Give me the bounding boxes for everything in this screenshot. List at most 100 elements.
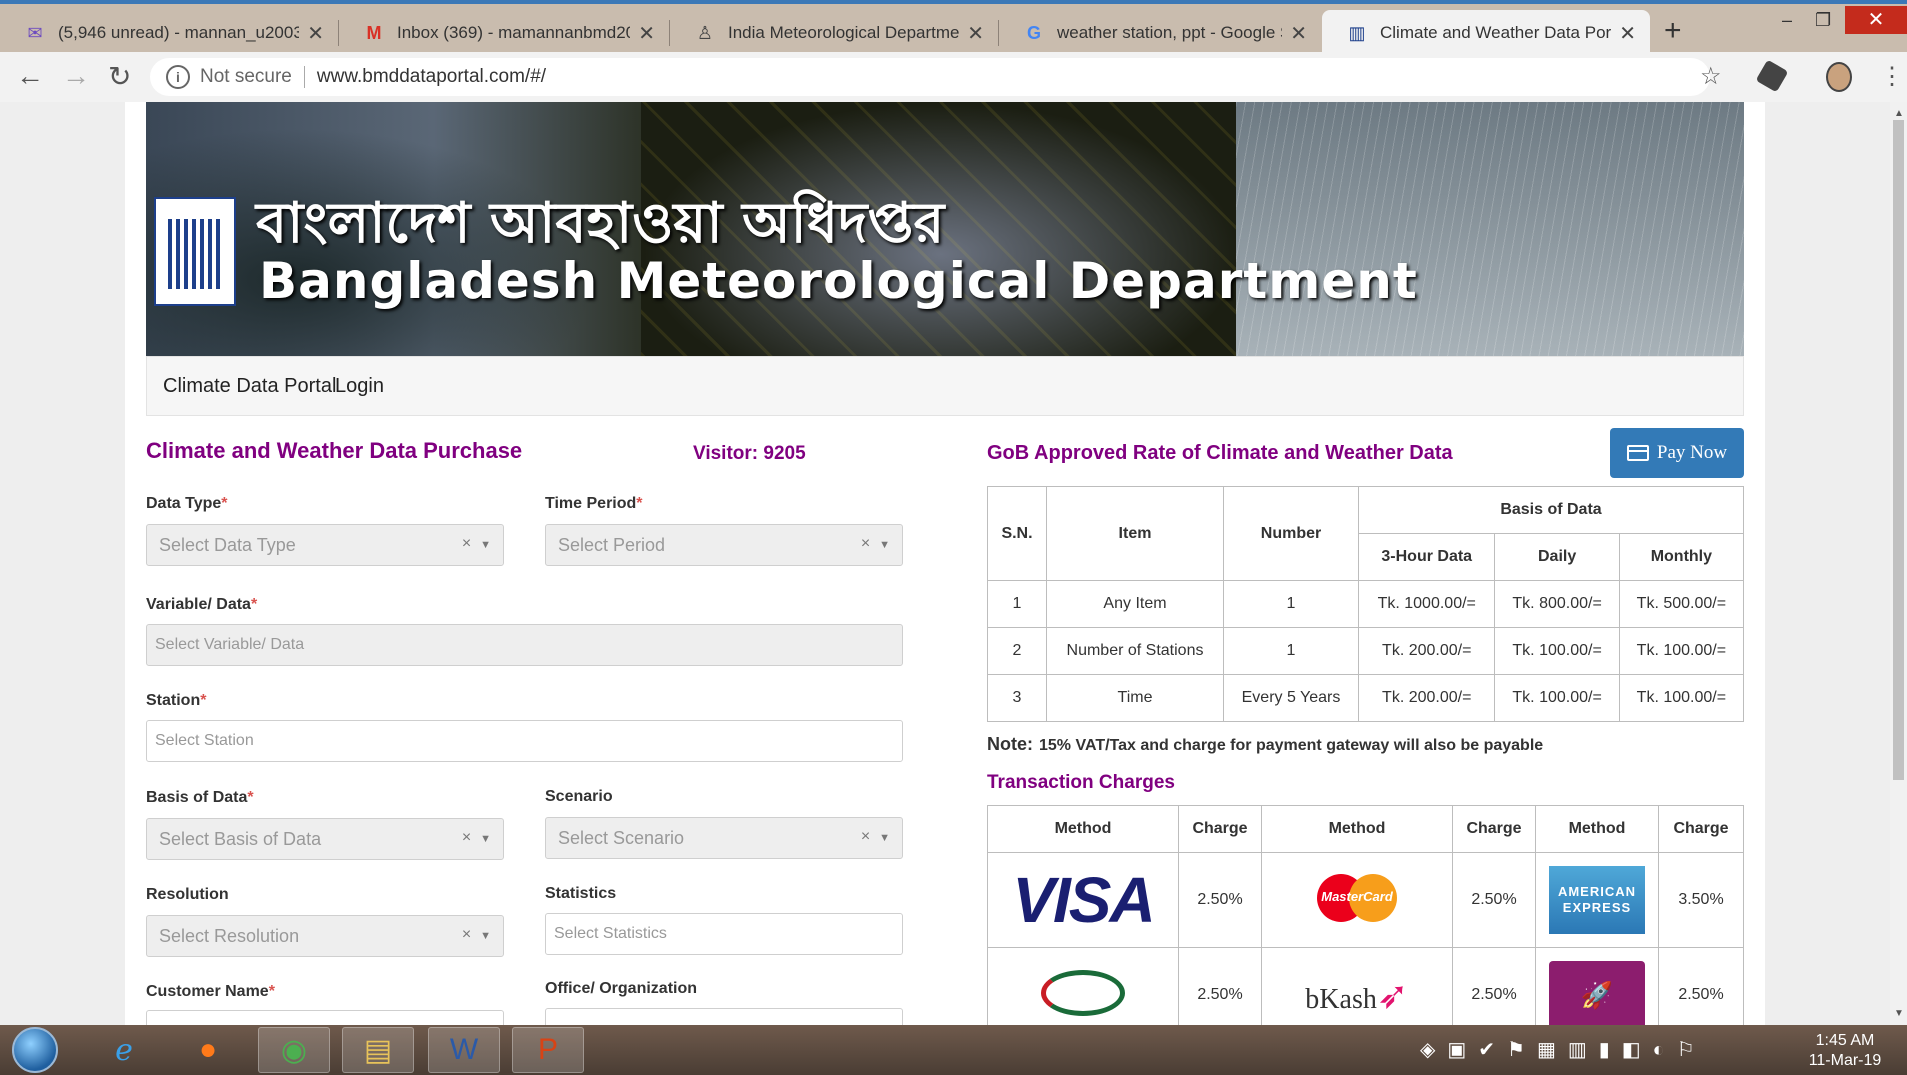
pay-now-button[interactable]: Pay Now xyxy=(1610,428,1744,478)
visa-logo: VISA xyxy=(987,852,1179,948)
nav-climate-data-portal[interactable]: Climate Data Portal xyxy=(163,375,336,398)
cell-daily: Tk. 100.00/= xyxy=(1494,674,1620,722)
rain-street-image xyxy=(1236,102,1744,356)
cell-charge: 3.50% xyxy=(1658,852,1744,948)
statistics-label: Statistics xyxy=(545,885,617,902)
tab-bmd-portal[interactable]: ▥ Climate and Weather Data Porta ✕ xyxy=(1322,10,1650,56)
table-row: 2.50% bKash➶ 2.50% 🚀 2.50% xyxy=(987,947,1744,1025)
office-label: Office/ Organization xyxy=(545,980,698,997)
transaction-heading: Transaction Charges xyxy=(987,772,1175,793)
clear-caret-icon[interactable]: × ▼ xyxy=(861,828,890,846)
page-viewport: বাংলাদেশ আবহাওয়া অধিদপ্তর Bangladesh Me… xyxy=(0,102,1890,1025)
tab-label: India Meteorological Departme xyxy=(728,23,960,42)
chrome-icon[interactable]: ◉ xyxy=(258,1027,330,1073)
mail-icon: ✉ xyxy=(27,22,43,43)
start-button-icon[interactable] xyxy=(12,1027,58,1073)
tab-gmail[interactable]: M Inbox (369) - mamannanbmd20 ✕ xyxy=(339,10,669,56)
resolution-select[interactable]: Select Resolution × ▼ xyxy=(146,915,504,957)
forward-icon[interactable]: → xyxy=(62,60,90,92)
basis-select[interactable]: Select Basis of Data × ▼ xyxy=(146,818,504,860)
cell-charge: 2.50% xyxy=(1658,947,1744,1025)
window-close-icon[interactable]: ✕ xyxy=(1845,6,1907,34)
cell-charge: 2.50% xyxy=(1452,852,1536,948)
rates-heading: GoB Approved Rate of Climate and Weather… xyxy=(987,442,1453,464)
cell-daily: Tk. 100.00/= xyxy=(1494,627,1620,675)
station-placeholder: Select Station xyxy=(155,732,254,749)
new-tab-button[interactable]: + xyxy=(1664,14,1682,48)
header-banner: বাংলাদেশ আবহাওয়া অধিদপ্তর Bangladesh Me… xyxy=(146,102,1744,356)
tab-google-search[interactable]: G weather station, ppt - Google S ✕ xyxy=(999,10,1321,56)
resolution-placeholder: Select Resolution xyxy=(159,925,300,946)
cell-monthly: Tk. 500.00/= xyxy=(1618,580,1745,628)
customer-name-input[interactable] xyxy=(146,1010,504,1025)
internet-explorer-icon[interactable]: ℯ xyxy=(88,1027,160,1073)
time-period-select[interactable]: Select Period × ▼ xyxy=(545,524,903,566)
back-icon[interactable]: ← xyxy=(16,60,44,92)
tab-label: weather station, ppt - Google S xyxy=(1057,23,1283,42)
tab-yahoo-mail[interactable]: ✉ (5,946 unread) - mannan_u2003 ✕ xyxy=(0,10,338,56)
cell-item: Any Item xyxy=(1046,580,1224,628)
close-icon[interactable]: ✕ xyxy=(638,21,655,46)
scenario-placeholder: Select Scenario xyxy=(558,827,685,848)
station-input[interactable]: Select Station xyxy=(146,720,903,762)
scrollbar-thumb[interactable] xyxy=(1893,120,1904,780)
mastercard-logo: MasterCard xyxy=(1261,852,1453,948)
info-icon[interactable]: i xyxy=(166,65,190,89)
col-charge: Charge xyxy=(1452,805,1536,853)
rate-table: S.N. Item Number Basis of Data 3-Hour Da… xyxy=(987,486,1745,722)
word-icon[interactable]: W xyxy=(428,1027,500,1073)
variable-input[interactable]: Select Variable/ Data xyxy=(146,624,903,666)
variable-placeholder: Select Variable/ Data xyxy=(155,636,305,653)
customer-name-label: Customer Name* xyxy=(146,983,275,1000)
pay-now-label: Pay Now xyxy=(1656,442,1728,463)
powerpoint-icon[interactable]: P xyxy=(512,1027,584,1073)
browser-menu-icon[interactable]: ⋮ xyxy=(1880,62,1904,91)
profile-avatar-icon[interactable] xyxy=(1826,62,1852,92)
scroll-up-icon[interactable]: ▲ xyxy=(1894,108,1904,119)
credit-card-icon xyxy=(1626,445,1649,461)
bookmark-star-icon[interactable]: ☆ xyxy=(1700,62,1722,91)
clear-caret-icon[interactable]: × ▼ xyxy=(861,535,890,553)
clear-caret-icon[interactable]: × ▼ xyxy=(462,829,491,847)
extension-icon[interactable] xyxy=(1755,59,1789,93)
clear-caret-icon[interactable]: × ▼ xyxy=(462,926,491,944)
col-charge: Charge xyxy=(1178,805,1262,853)
system-tray-icons[interactable]: ◈▣✔⚑▦▥▮◧◐⚐ xyxy=(1420,1037,1707,1062)
scroll-down-icon[interactable]: ▼ xyxy=(1894,1008,1904,1019)
cell-item: Time xyxy=(1046,674,1224,722)
statistics-input[interactable]: Select Statistics xyxy=(545,913,903,955)
close-icon[interactable]: ✕ xyxy=(1619,21,1636,46)
tab-label: Climate and Weather Data Porta xyxy=(1380,23,1612,42)
table-row: 2 Number of Stations 1 Tk. 200.00/= Tk. … xyxy=(987,627,1745,675)
basis-label: Basis of Data* xyxy=(146,789,254,806)
site-navbar: Climate Data Portal Login xyxy=(146,356,1744,416)
close-icon[interactable]: ✕ xyxy=(967,21,984,46)
scenario-select[interactable]: Select Scenario × ▼ xyxy=(545,817,903,859)
minimize-icon[interactable]: – xyxy=(1782,10,1792,31)
close-icon[interactable]: ✕ xyxy=(1290,21,1307,46)
data-type-select[interactable]: Select Data Type × ▼ xyxy=(146,524,504,566)
time-period-placeholder: Select Period xyxy=(558,534,666,555)
cell-item: Number of Stations xyxy=(1046,627,1224,675)
scenario-label: Scenario xyxy=(545,788,613,805)
col-daily: Daily xyxy=(1494,533,1620,581)
office-input[interactable] xyxy=(545,1008,903,1025)
cell-number: 1 xyxy=(1223,627,1359,675)
restore-icon[interactable]: ❐ xyxy=(1815,10,1831,31)
taskbar-clock[interactable]: 1:45 AM 11-Mar-19 xyxy=(1790,1031,1900,1071)
dbbl-logo xyxy=(987,947,1179,1025)
tab-imd[interactable]: ♙ India Meteorological Departme ✕ xyxy=(670,10,998,56)
reload-icon[interactable]: ↻ xyxy=(108,60,131,93)
col-number: Number xyxy=(1223,486,1359,581)
nav-login[interactable]: Login xyxy=(335,375,384,398)
address-bar[interactable]: i Not secure www.bmddataportal.com/#/ xyxy=(150,58,1710,96)
firefox-icon[interactable]: ● xyxy=(172,1027,244,1073)
col-method: Method xyxy=(1535,805,1659,853)
close-icon[interactable]: ✕ xyxy=(307,21,324,46)
bmd-icon: ▥ xyxy=(1348,22,1366,43)
clear-caret-icon[interactable]: × ▼ xyxy=(462,535,491,553)
url-text[interactable]: www.bmddataportal.com/#/ xyxy=(317,66,546,88)
form-heading: Climate and Weather Data Purchase xyxy=(146,438,523,463)
file-explorer-icon[interactable]: ▤ xyxy=(342,1027,414,1073)
cell-3hour: Tk. 1000.00/= xyxy=(1357,580,1496,628)
